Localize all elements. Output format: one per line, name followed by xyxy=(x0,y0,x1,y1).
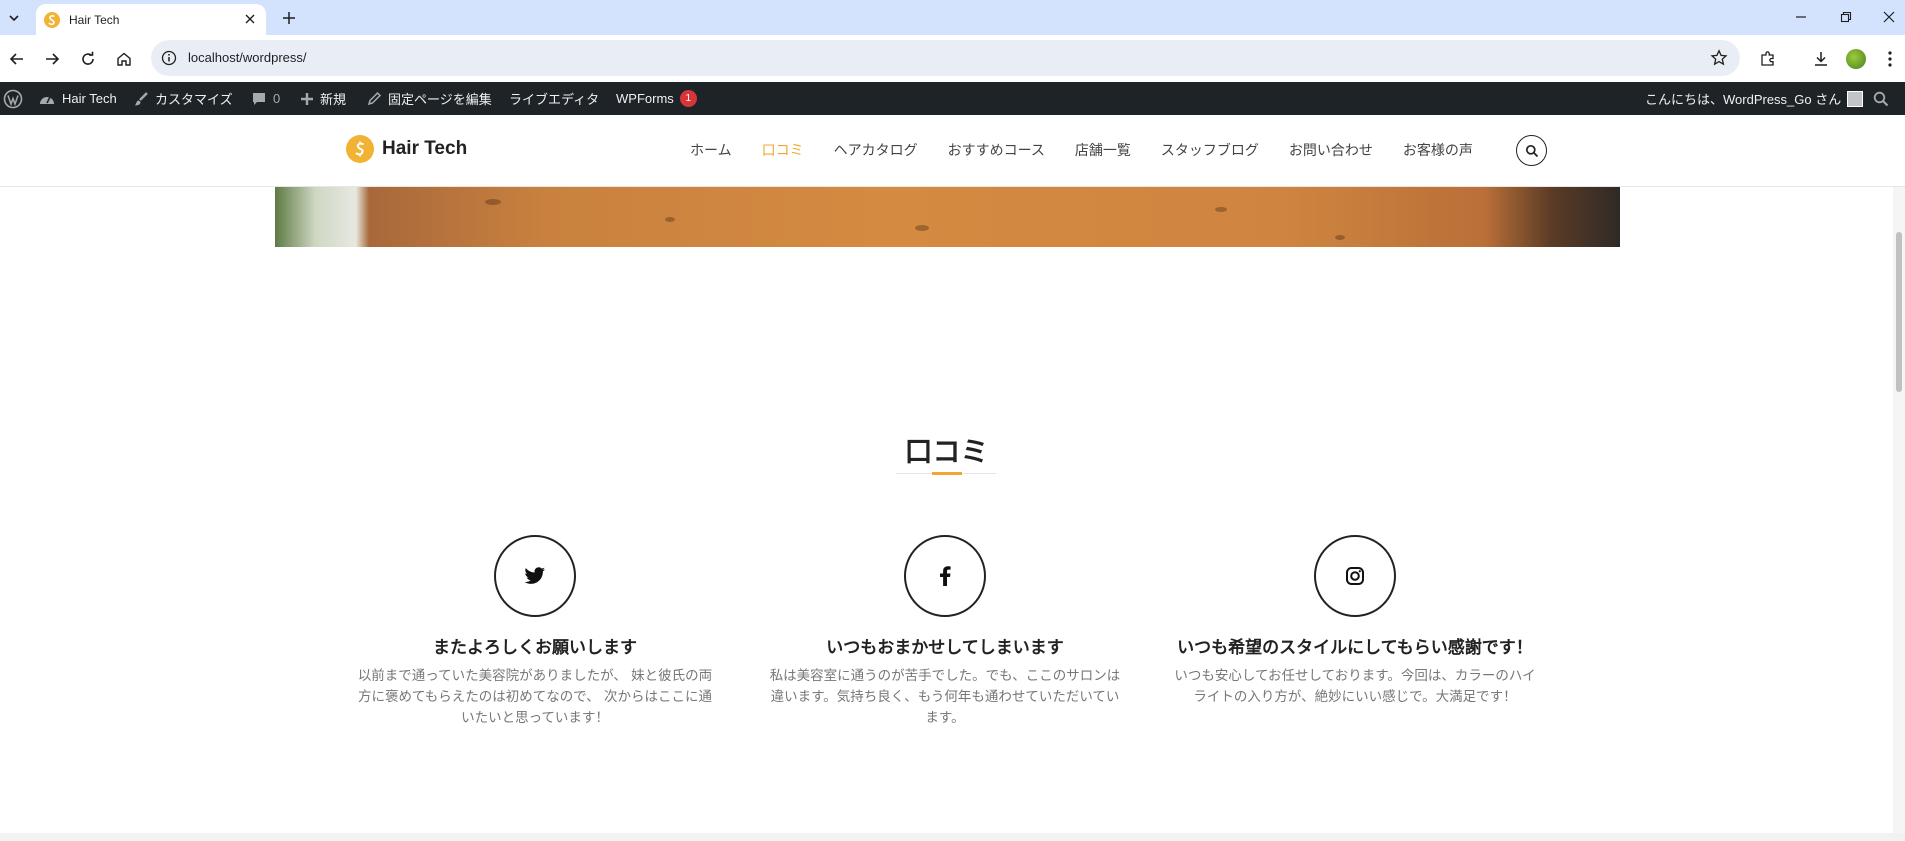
puzzle-icon xyxy=(1761,51,1774,66)
logo-mark-icon xyxy=(346,135,374,163)
nav-recommended-course[interactable]: おすすめコース xyxy=(948,140,1045,160)
instagram-icon[interactable] xyxy=(1314,535,1396,617)
close-window-button[interactable] xyxy=(1874,5,1904,29)
home-button[interactable] xyxy=(110,45,138,73)
review-title: またよろしくお願いします xyxy=(433,638,637,658)
section-title: 口コミ xyxy=(904,435,989,468)
browser-menu-button[interactable] xyxy=(1876,45,1904,73)
chevron-down-icon xyxy=(9,15,19,22)
nav-reviews[interactable]: 口コミ xyxy=(762,140,804,160)
more-vertical-icon xyxy=(1888,51,1892,67)
nav-staff-blog[interactable]: スタッフブログ xyxy=(1161,140,1259,160)
adminbar-wpforms-label: WPForms xyxy=(616,91,674,106)
arrow-left-icon xyxy=(9,53,23,65)
comment-icon xyxy=(253,92,265,105)
hero-image xyxy=(275,187,1620,247)
home-icon xyxy=(117,52,131,66)
browser-tab-strip: Hair Tech xyxy=(0,0,1905,35)
logo-text: Hair Tech xyxy=(382,138,468,159)
adminbar-site-name[interactable]: Hair Tech xyxy=(38,82,117,115)
main-navigation: ホーム 口コミ ヘアカタログ おすすめコース 店舗一覧 スタッフブログ お問い合… xyxy=(690,140,1503,160)
forward-button[interactable] xyxy=(38,45,66,73)
address-bar[interactable]: localhost/wordpress/ xyxy=(151,40,1740,76)
url-text[interactable]: localhost/wordpress/ xyxy=(188,50,307,65)
scrollbar-thumb[interactable] xyxy=(1896,232,1902,392)
close-icon xyxy=(1883,11,1895,23)
nav-home[interactable]: ホーム xyxy=(690,140,732,160)
adminbar-customize[interactable]: カスタマイズ xyxy=(133,82,233,115)
minimize-button[interactable] xyxy=(1786,5,1816,29)
adminbar-new-label: 新規 xyxy=(320,92,347,107)
minimize-icon xyxy=(1796,16,1806,18)
paintbrush-icon xyxy=(135,91,148,105)
plus-icon xyxy=(283,12,295,24)
site-header: Hair Tech ホーム 口コミ ヘアカタログ おすすめコース 店舗一覧 スタ… xyxy=(0,115,1905,187)
adminbar-search[interactable] xyxy=(1873,82,1889,115)
review-card: いつもおまかせしてしまいます 私は美容室に通うのが苦手でした。でも、ここのサロン… xyxy=(750,535,1140,729)
adminbar-site-label: Hair Tech xyxy=(62,91,117,106)
review-title: いつも希望のスタイルにしてもらい感謝です！ xyxy=(1177,638,1533,658)
back-button[interactable] xyxy=(3,45,31,73)
arrow-right-icon xyxy=(46,53,60,65)
adminbar-customize-label: カスタマイズ xyxy=(155,92,233,107)
wp-admin-bar: Hair Tech カスタマイズ 0 新規 固定ページを編集 ライブエディタ W… xyxy=(0,82,1905,115)
review-title: いつもおまかせしてしまいます xyxy=(826,638,1064,658)
downloads-button[interactable] xyxy=(1807,45,1835,73)
search-icon xyxy=(1525,144,1538,157)
bookmark-star-icon[interactable] xyxy=(1710,49,1728,71)
adminbar-edit-page[interactable]: 固定ページを編集 xyxy=(367,82,492,115)
adminbar-live-editor-label: ライブエディタ xyxy=(509,92,600,107)
close-icon xyxy=(245,14,255,24)
profile-avatar-icon xyxy=(1846,49,1866,69)
review-card: いつも希望のスタイルにしてもらい感謝です！ いつも安心してお任せしております。今… xyxy=(1160,535,1550,708)
adminbar-live-editor[interactable]: ライブエディタ xyxy=(509,82,599,115)
nav-customer-voice[interactable]: お客様の声 xyxy=(1403,140,1473,160)
tab-search-button[interactable] xyxy=(3,7,25,29)
nav-hair-catalog[interactable]: ヘアカタログ xyxy=(834,140,918,160)
site-favicon-icon xyxy=(43,11,61,29)
wordpress-logo-menu[interactable] xyxy=(3,82,23,115)
site-logo[interactable]: Hair Tech xyxy=(346,135,467,163)
pencil-icon xyxy=(367,91,382,106)
reload-button[interactable] xyxy=(74,45,102,73)
adminbar-greeting: こんにちは、WordPress_Go さん xyxy=(1645,92,1842,107)
extensions-button[interactable] xyxy=(1754,45,1782,73)
tab-title: Hair Tech xyxy=(69,12,120,27)
browser-toolbar: localhost/wordpress/ xyxy=(0,35,1905,82)
search-icon xyxy=(1873,91,1889,106)
nav-contact[interactable]: お問い合わせ xyxy=(1289,140,1373,160)
adminbar-new[interactable]: 新規 xyxy=(300,82,346,115)
adminbar-edit-page-label: 固定ページを編集 xyxy=(388,92,492,107)
adminbar-my-account[interactable]: こんにちは、WordPress_Go さん xyxy=(1645,82,1864,115)
facebook-icon[interactable] xyxy=(904,535,986,617)
site-info-icon[interactable] xyxy=(161,50,177,70)
adminbar-wpforms[interactable]: WPForms 1 xyxy=(616,82,697,115)
dashboard-icon xyxy=(40,96,54,104)
review-text: 私は美容室に通うのが苦手でした。でも、ここのサロンは違います。気持ち良く、もう何… xyxy=(769,668,1121,726)
browser-tab[interactable]: Hair Tech xyxy=(36,4,266,35)
wpforms-notification-badge: 1 xyxy=(679,90,697,107)
comments-count: 0 xyxy=(273,91,281,106)
wordpress-icon xyxy=(3,89,23,108)
nav-store-list[interactable]: 店舗一覧 xyxy=(1075,140,1131,160)
review-text: 以前まで通っていた美容院がありましたが、 妹と彼氏の両方に褒めてもらえたのは初め… xyxy=(357,668,713,726)
adminbar-comments[interactable]: 0 xyxy=(251,82,280,115)
header-search-button[interactable] xyxy=(1516,135,1547,166)
profile-button[interactable] xyxy=(1842,45,1870,73)
plus-icon xyxy=(301,92,313,105)
user-avatar xyxy=(1847,90,1864,107)
restore-icon xyxy=(1840,11,1852,23)
download-icon xyxy=(1815,52,1827,66)
review-card: またよろしくお願いします 以前まで通っていた美容院がありましたが、 妹と彼氏の両… xyxy=(340,535,730,729)
twitter-icon[interactable] xyxy=(494,535,576,617)
page-scrollbar[interactable] xyxy=(1893,187,1905,833)
restore-button[interactable] xyxy=(1831,5,1861,29)
reload-icon xyxy=(82,51,94,65)
title-accent-bar xyxy=(932,472,962,475)
next-section-edge xyxy=(0,833,1905,841)
review-text: いつも安心してお任せしております。今回は、カラーのハイライトの入り方が、絶妙にい… xyxy=(1174,668,1536,705)
tab-close-button[interactable] xyxy=(242,11,258,27)
new-tab-button[interactable] xyxy=(278,7,300,29)
